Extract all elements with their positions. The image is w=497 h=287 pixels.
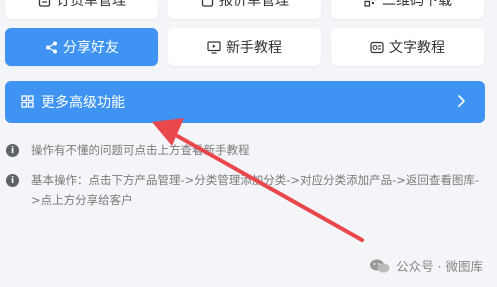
qrcode-download-label: 二维码下载 xyxy=(382,0,452,9)
order-management-label: 订货单管理 xyxy=(56,0,126,9)
qrcode-download-button[interactable]: 二维码下载 xyxy=(331,0,484,19)
more-advanced-features-label: 更多高级功能 xyxy=(41,95,125,111)
info-icon: i xyxy=(6,144,19,157)
watermark-text: 公众号 · 微图库 xyxy=(396,259,483,274)
order-icon xyxy=(37,0,51,7)
info-hint-tutorial: i 操作有不懂的问题可点击上方查看新手教程 xyxy=(6,140,486,160)
wechat-icon xyxy=(369,258,391,274)
text-tutorial-label: 文字教程 xyxy=(389,40,445,56)
text-tutorial-button[interactable]: 文字教程 xyxy=(331,28,484,66)
text-doc-icon xyxy=(370,40,384,54)
quote-icon xyxy=(200,0,214,7)
watermark: 公众号 · 微图库 xyxy=(369,256,483,275)
info-icon: i xyxy=(6,174,19,187)
quote-management-button[interactable]: 报价单管理 xyxy=(168,0,321,19)
app-screen: 订货单管理 报价单管理 二维码下载 分享好友 新手教程 文字教程 更多高级功能 … xyxy=(0,0,497,287)
share-friends-label: 分享好友 xyxy=(63,40,119,56)
info-text-tutorial: 操作有不懂的问题可点击上方查看新手教程 xyxy=(31,143,250,157)
chevron-right-icon xyxy=(453,93,469,109)
beginner-tutorial-button[interactable]: 新手教程 xyxy=(168,28,321,66)
order-management-button[interactable]: 订货单管理 xyxy=(5,0,158,19)
info-basic-operation: i 基本操作：点击下方产品管理->分类管理添加分类->对应分类添加产品->返回查… xyxy=(6,170,486,210)
beginner-tutorial-label: 新手教程 xyxy=(226,40,282,56)
info-text-basic-operation: 基本操作：点击下方产品管理->分类管理添加分类->对应分类添加产品->返回查看图… xyxy=(31,173,480,207)
grid-icon xyxy=(21,95,35,109)
share-friends-button[interactable]: 分享好友 xyxy=(5,28,158,66)
share-icon xyxy=(44,40,58,54)
monitor-play-icon xyxy=(207,40,221,54)
qrcode-icon xyxy=(363,0,377,7)
more-advanced-features-button[interactable]: 更多高级功能 xyxy=(5,81,485,123)
quote-management-label: 报价单管理 xyxy=(219,0,289,9)
